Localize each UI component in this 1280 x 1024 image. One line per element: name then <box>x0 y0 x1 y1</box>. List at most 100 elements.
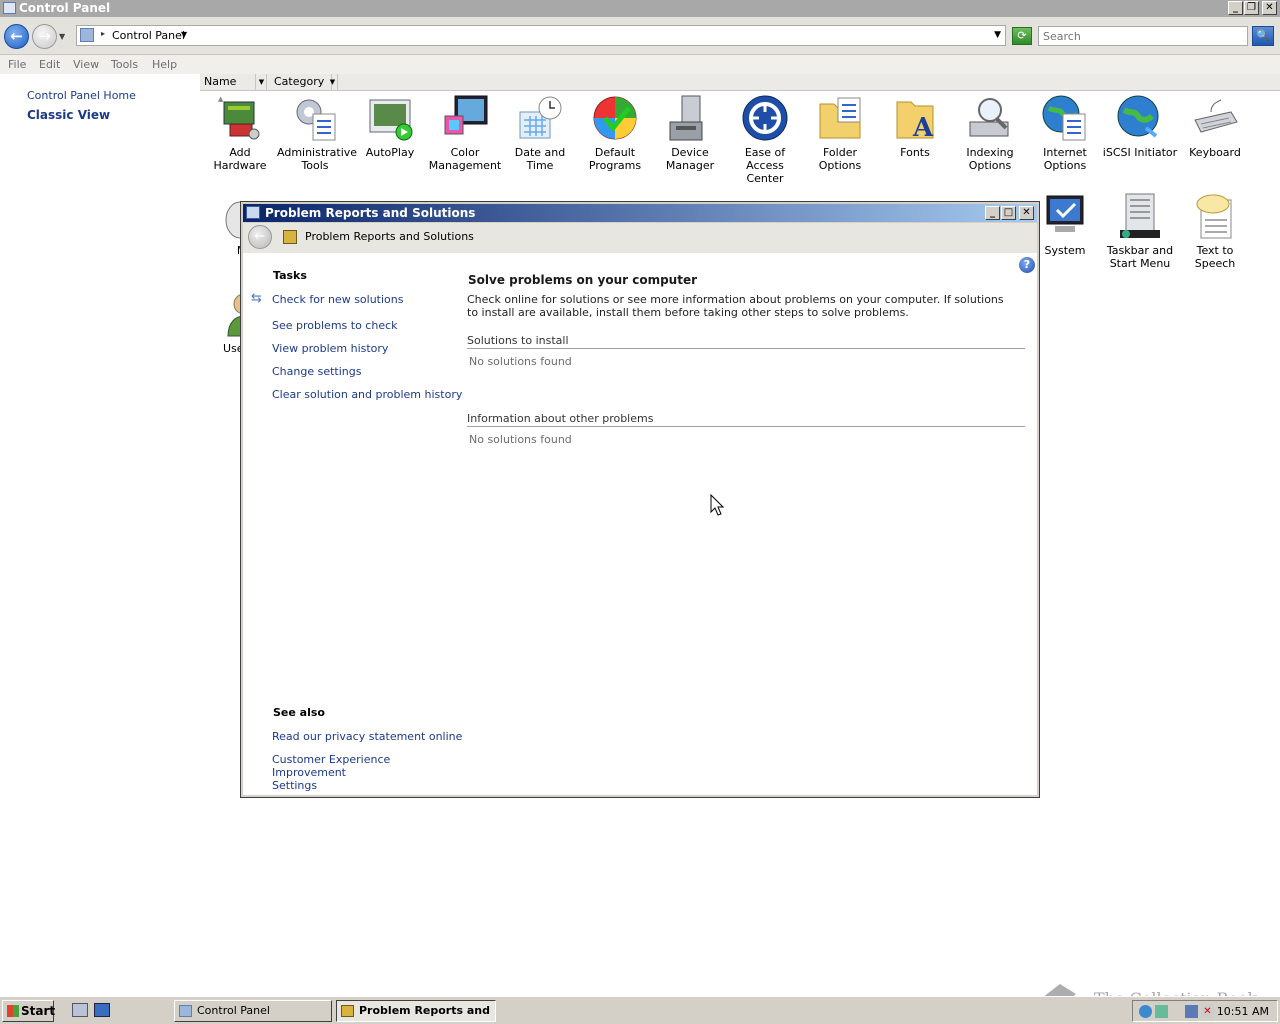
keyboard-icon <box>1194 99 1238 133</box>
cp-item-indexing-options[interactable]: Indexing Options <box>952 94 1028 172</box>
cp-item-label: Administrative Tools <box>277 146 358 172</box>
cp-item-label: Ease of Access Center <box>744 146 786 185</box>
monitor-tray-icon[interactable] <box>1185 1005 1198 1018</box>
address-dropdown-icon[interactable]: ▼ <box>994 30 1001 40</box>
clear-history-link[interactable]: Clear solution and problem history <box>272 388 462 401</box>
cp-item-default-programs[interactable]: Default Programs <box>577 94 653 172</box>
menu-edit[interactable]: Edit <box>39 58 60 71</box>
search-box[interactable] <box>1038 26 1248 46</box>
cp-item-folder-options[interactable]: Folder Options <box>802 94 878 172</box>
cp-item-keyboard[interactable]: Keyboard <box>1177 94 1253 159</box>
network-tray-icon[interactable] <box>1139 1005 1152 1018</box>
check-solutions-icon: ⇆ <box>251 291 262 306</box>
cp-item-internet-options[interactable]: Internet Options <box>1027 94 1103 172</box>
date-time-icon <box>519 96 562 139</box>
cp-item-fonts[interactable]: A Fonts <box>877 94 953 159</box>
control-panel-folder-icon <box>80 28 94 42</box>
chevron-right-icon[interactable]: ▸ <box>101 29 105 38</box>
recent-pages-dropdown-icon[interactable]: ▼ <box>59 32 65 41</box>
cp-item-add-hardware[interactable]: Add Hardware <box>202 94 278 172</box>
cp-item-label: AutoPlay <box>365 146 415 159</box>
address-bar[interactable]: ▸ Control Panel ▼ ▼ <box>76 25 1006 46</box>
breadcrumb-dropdown-icon[interactable]: ▼ <box>181 30 187 39</box>
check-new-solutions-link[interactable]: Check for new solutions <box>272 293 403 306</box>
solutions-to-install-heading: Solutions to install <box>467 334 1025 349</box>
clock[interactable]: 10:51 AM <box>1217 1005 1269 1018</box>
cp-item-label: iSCSI Initiator <box>1102 146 1178 159</box>
cp-item-label: Indexing Options <box>966 146 1014 172</box>
column-name-dropdown-icon[interactable]: ▼ <box>257 74 267 90</box>
cp-item-label: Internet Options <box>1043 146 1087 172</box>
dialog-content: ? Tasks ⇆ Check for new solutions See pr… <box>243 253 1037 795</box>
iscsi-icon <box>1117 95 1159 138</box>
problem-reports-icon <box>283 230 297 244</box>
back-button[interactable]: ← <box>4 24 29 49</box>
restore-button[interactable]: ❐ <box>1244 1 1259 15</box>
menu-help[interactable]: Help <box>152 58 177 71</box>
dialog-maximize-button[interactable]: □ <box>1001 206 1016 220</box>
start-button[interactable]: Start <box>2 1000 56 1022</box>
task-label: Problem Reports and ... <box>359 1004 496 1017</box>
breadcrumb-control-panel[interactable]: Control Panel <box>112 29 185 42</box>
color-management-icon <box>444 95 488 135</box>
refresh-button[interactable]: ⟳ <box>1012 27 1032 45</box>
column-category-dropdown-icon[interactable]: ▼ <box>328 74 338 90</box>
forward-button[interactable]: → <box>32 24 57 49</box>
column-header-bar: Name ▲ ▼ Category ▼ <box>200 74 1280 103</box>
start-label: Start <box>21 1004 56 1018</box>
address-toolbar: ← → ▼ ▸ Control Panel ▼ ▼ ⟳ 🔍 <box>0 17 1280 55</box>
privacy-statement-link[interactable]: Read our privacy statement online <box>272 730 462 743</box>
volume-muted-tray-icon[interactable]: ✕ <box>1201 1005 1214 1018</box>
cp-item-label: Fonts <box>900 146 930 159</box>
text-to-speech-icon <box>1196 194 1232 239</box>
menu-file[interactable]: File <box>8 58 26 71</box>
control-panel-titlebar[interactable]: Control Panel _ ❐ ✕ <box>0 0 1280 17</box>
windows-logo-icon <box>7 1005 19 1017</box>
close-button[interactable]: ✕ <box>1262 1 1277 15</box>
dialog-nav-bar: ← Problem Reports and Solutions <box>243 223 1037 253</box>
cp-item-taskbar-and-start-menu[interactable]: Taskbar and Start Menu <box>1102 192 1178 270</box>
dialog-back-button[interactable]: ← <box>248 225 272 249</box>
cp-item-label: Keyboard <box>1189 146 1241 159</box>
cp-item-date-and-time[interactable]: Date and Time <box>502 94 578 172</box>
minimize-button[interactable]: _ <box>1228 1 1243 15</box>
show-desktop-icon[interactable] <box>72 1003 88 1017</box>
cp-item-color-management[interactable]: Color Management <box>427 94 503 172</box>
cp-item-text-to-speech[interactable]: Text to Speech <box>1177 192 1253 270</box>
taskbar-problem-reports[interactable]: Problem Reports and ... <box>336 1000 496 1022</box>
view-problem-history-link[interactable]: View problem history <box>272 342 388 355</box>
dialog-minimize-button[interactable]: _ <box>985 206 1000 220</box>
change-settings-link[interactable]: Change settings <box>272 365 361 378</box>
column-category[interactable]: Category <box>270 74 332 90</box>
control-panel-home-link[interactable]: Control Panel Home <box>27 89 136 102</box>
cp-item-administrative-tools[interactable]: Administrative Tools <box>277 94 357 172</box>
classic-view-link[interactable]: Classic View <box>27 108 110 122</box>
security-tray-icon[interactable] <box>1155 1005 1168 1018</box>
ease-of-access-icon <box>742 95 788 141</box>
search-button[interactable]: 🔍 <box>1252 26 1274 46</box>
solutions-empty-text: No solutions found <box>469 355 572 368</box>
cp-item-label: Device Manager <box>665 146 715 172</box>
cp-item-autoplay[interactable]: AutoPlay <box>352 94 428 159</box>
system-icon <box>1046 195 1084 232</box>
cp-item-label: Date and Time <box>514 146 566 172</box>
menu-bar: File Edit View Tools Help <box>0 55 1280 74</box>
server-manager-icon[interactable] <box>94 1003 110 1017</box>
add-hardware-icon <box>223 101 260 140</box>
system-tray: ✕ 10:51 AM <box>1132 1000 1278 1022</box>
mouse-cursor-icon <box>710 494 724 516</box>
dialog-titlebar[interactable]: Problem Reports and Solutions _ □ ✕ <box>243 204 1037 222</box>
menu-tools[interactable]: Tools <box>111 58 138 71</box>
taskbar-control-panel[interactable]: Control Panel <box>174 1000 332 1022</box>
dialog-close-button[interactable]: ✕ <box>1019 206 1034 220</box>
taskbar: Start Control Panel Problem Reports and … <box>0 996 1280 1024</box>
cp-item-device-manager[interactable]: Device Manager <box>652 94 728 172</box>
ceip-settings-link[interactable]: Customer Experience Improvement Settings <box>272 753 392 792</box>
help-icon[interactable]: ? <box>1019 257 1035 273</box>
cp-item-iscsi-initiator[interactable]: iSCSI Initiator <box>1102 94 1178 159</box>
column-name[interactable]: Name ▲ <box>200 74 256 103</box>
menu-view[interactable]: View <box>73 58 99 71</box>
search-input[interactable] <box>1039 27 1247 45</box>
cp-item-ease-of-access-center[interactable]: Ease of Access Center <box>727 94 803 185</box>
see-problems-to-check-link[interactable]: See problems to check <box>272 319 398 332</box>
